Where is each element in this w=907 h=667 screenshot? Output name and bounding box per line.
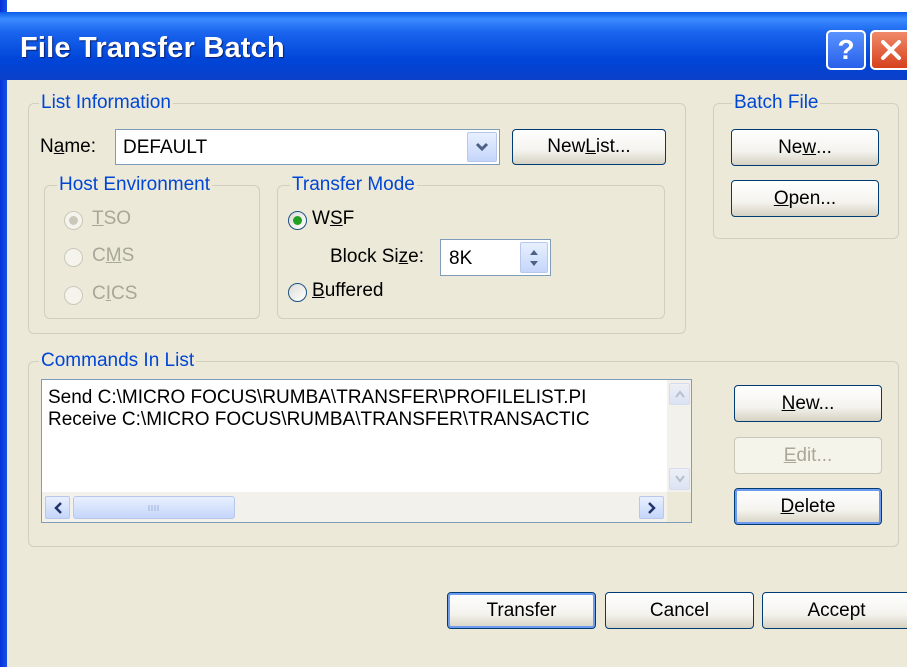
file-transfer-batch-window: File Transfer Batch ? List Information N… — [0, 0, 907, 667]
tso-label: TSO — [92, 208, 132, 229]
chevron-down-icon — [674, 475, 685, 483]
block-size-value: 8K — [449, 248, 473, 269]
horizontal-scrollbar[interactable] — [42, 492, 667, 522]
close-button[interactable] — [870, 30, 907, 70]
command-list-item[interactable]: Receive C:\MICRO FOCUS\RUMBA\TRANSFER\TR… — [48, 409, 590, 431]
grip-icon — [148, 504, 159, 511]
title-bar[interactable]: File Transfer Batch ? — [0, 12, 907, 80]
window-frame-left — [0, 0, 7, 667]
cms-label: CMS — [92, 245, 135, 266]
question-mark-icon: ? — [837, 34, 855, 65]
commands-listbox[interactable]: Send C:\MICRO FOCUS\RUMBA\TRANSFER\PROFI… — [41, 379, 692, 523]
close-x-icon — [881, 40, 901, 60]
block-size-label: Block Size: — [330, 246, 424, 267]
cics-label: CICS — [92, 283, 138, 304]
new-list-button[interactable]: New List... — [512, 129, 666, 165]
scroll-down-button[interactable] — [669, 468, 690, 490]
block-size-spinner[interactable]: 8K — [440, 239, 551, 276]
commands-in-list-legend: Commands In List — [39, 350, 197, 372]
command-edit-button[interactable]: Edit... — [734, 437, 882, 474]
dialog-client-area: List Information Name: DEFAULT New List.… — [7, 80, 907, 667]
transfer-button[interactable]: Transfer — [447, 592, 596, 629]
cms-radio[interactable] — [64, 248, 83, 267]
scroll-up-button[interactable] — [669, 383, 690, 405]
chevron-down-icon — [475, 142, 489, 152]
name-dropdown-button[interactable] — [467, 132, 497, 162]
list-information-legend: List Information — [39, 92, 173, 114]
spin-up-down-icon — [530, 249, 538, 266]
transfer-mode-legend: Transfer Mode — [290, 174, 417, 196]
command-new-button[interactable]: New... — [734, 385, 882, 422]
scroll-right-button[interactable] — [639, 496, 664, 519]
vertical-scrollbar[interactable] — [667, 380, 691, 493]
buffered-radio[interactable] — [288, 283, 307, 302]
scroll-left-button[interactable] — [45, 496, 70, 519]
cancel-button[interactable]: Cancel — [605, 592, 754, 629]
buffered-label: Buffered — [312, 280, 384, 301]
tso-radio[interactable] — [64, 211, 83, 230]
horizontal-scroll-thumb[interactable] — [73, 496, 235, 519]
name-combobox-value: DEFAULT — [123, 137, 208, 158]
command-list-item[interactable]: Send C:\MICRO FOCUS\RUMBA\TRANSFER\PROFI… — [48, 387, 586, 409]
block-size-spin-buttons[interactable] — [520, 242, 548, 273]
command-delete-button[interactable]: Delete — [734, 488, 882, 525]
batch-file-group: Batch File — [713, 92, 899, 239]
chevron-right-icon — [647, 501, 656, 514]
host-environment-legend: Host Environment — [57, 174, 213, 196]
name-label: Name: — [40, 136, 96, 157]
wsf-radio[interactable] — [288, 211, 307, 230]
batch-new-button[interactable]: Ne w... — [731, 129, 879, 166]
chevron-up-icon — [674, 390, 685, 398]
name-combobox[interactable]: DEFAULT — [115, 129, 500, 165]
batch-file-legend: Batch File — [732, 92, 821, 114]
batch-open-button[interactable]: Open... — [731, 180, 879, 217]
chevron-left-icon — [53, 501, 62, 514]
wsf-label: WSF — [312, 208, 355, 229]
scrollbar-corner — [667, 492, 691, 522]
accept-button[interactable]: Accept — [762, 592, 907, 629]
cics-radio[interactable] — [64, 286, 83, 305]
window-title: File Transfer Batch — [20, 32, 285, 64]
help-button[interactable]: ? — [826, 30, 866, 70]
